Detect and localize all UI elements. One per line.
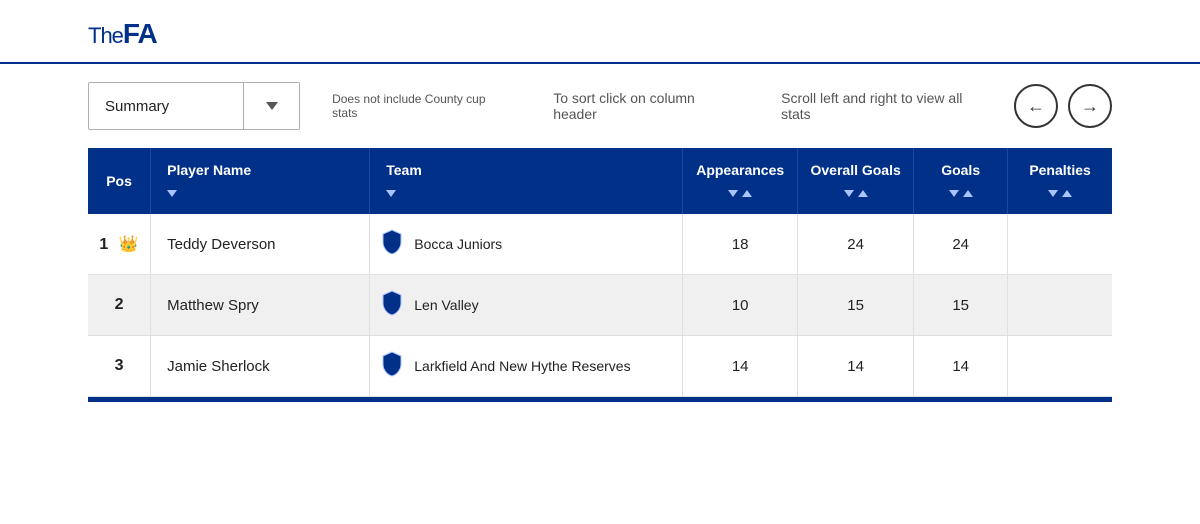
fa-logo: TheFA <box>88 18 1112 50</box>
table-row: 3 Jamie Sherlock Larkfield And New Hythe … <box>88 336 1112 397</box>
stats-table: Pos Player Name Team <box>88 148 1112 397</box>
team-shield-icon <box>380 350 404 382</box>
crown-icon: 👑 <box>119 236 139 253</box>
overall-goals-cell: 15 <box>798 275 914 336</box>
table-header-row: Pos Player Name Team <box>88 148 1112 214</box>
goals-cell: 14 <box>914 336 1008 397</box>
appearances-cell: 18 <box>683 214 798 275</box>
chevron-down-icon <box>266 102 278 110</box>
sort-down-icon[interactable] <box>949 190 959 197</box>
penalties-cell <box>1008 214 1112 275</box>
team-cell: Len Valley <box>370 275 683 336</box>
sort-up-icon[interactable] <box>963 190 973 197</box>
player-name-cell: Jamie Sherlock <box>151 336 370 397</box>
table-row: 1 👑Teddy Deverson Bocca Juniors 182424 <box>88 214 1112 275</box>
goals-cell: 15 <box>914 275 1008 336</box>
pos-number: 3 <box>115 357 124 374</box>
team-sort[interactable] <box>386 190 396 197</box>
controls-row: Summary Does not include County cup stat… <box>0 64 1200 130</box>
overall-goals-cell: 24 <box>798 214 914 275</box>
pos-cell: 1 👑 <box>88 214 151 275</box>
goals-cell: 24 <box>914 214 1008 275</box>
pos-cell: 2 <box>88 275 151 336</box>
player-name-cell: Matthew Spry <box>151 275 370 336</box>
player-name-cell: Teddy Deverson <box>151 214 370 275</box>
player-name: Matthew Spry <box>167 297 259 314</box>
team-shield-icon <box>380 228 404 260</box>
sort-down-icon[interactable] <box>1048 190 1058 197</box>
player-name: Teddy Deverson <box>167 236 275 253</box>
penalties-cell <box>1008 336 1112 397</box>
goals-sort[interactable] <box>949 190 973 197</box>
header: TheFA <box>0 0 1200 64</box>
sort-down-icon[interactable] <box>844 190 854 197</box>
sort-hint: To sort click on column header <box>553 90 737 122</box>
next-button[interactable]: → <box>1068 84 1112 128</box>
col-appearances[interactable]: Appearances <box>683 148 798 214</box>
table-body: 1 👑Teddy Deverson Bocca Juniors 1824242M… <box>88 214 1112 397</box>
dropdown-arrow-box[interactable] <box>243 83 299 129</box>
penalties-sort[interactable] <box>1048 190 1072 197</box>
appearances-sort[interactable] <box>728 190 752 197</box>
appearances-cell: 10 <box>683 275 798 336</box>
sort-down-icon[interactable] <box>386 190 396 197</box>
sort-up-icon[interactable] <box>858 190 868 197</box>
summary-dropdown[interactable]: Summary <box>88 82 300 130</box>
sort-down-icon[interactable] <box>728 190 738 197</box>
table-row: 2Matthew Spry Len Valley 101515 <box>88 275 1112 336</box>
pos-number: 1 <box>99 236 108 253</box>
team-cell: Bocca Juniors <box>370 214 683 275</box>
appearances-cell: 14 <box>683 336 798 397</box>
scroll-hint: Scroll left and right to view all stats <box>781 90 990 122</box>
logo-the: The <box>88 23 123 48</box>
penalties-cell <box>1008 275 1112 336</box>
sort-down-icon[interactable] <box>167 190 177 197</box>
dropdown-label: Summary <box>89 98 243 115</box>
col-team[interactable]: Team <box>370 148 683 214</box>
team-name: Larkfield And New Hythe Reserves <box>414 358 630 374</box>
col-goals[interactable]: Goals <box>914 148 1008 214</box>
col-overall-goals[interactable]: Overall Goals <box>798 148 914 214</box>
nav-buttons: ← → <box>1014 84 1112 128</box>
logo-fa: FA <box>123 18 157 49</box>
player-name-sort[interactable] <box>167 190 177 197</box>
pos-number: 2 <box>115 296 124 313</box>
pos-cell: 3 <box>88 336 151 397</box>
sort-up-icon[interactable] <box>1062 190 1072 197</box>
bottom-bar <box>88 397 1112 402</box>
overall-goals-cell: 14 <box>798 336 914 397</box>
team-name: Bocca Juniors <box>414 236 502 252</box>
stats-table-container: Pos Player Name Team <box>88 148 1112 397</box>
sort-up-icon[interactable] <box>742 190 752 197</box>
team-name: Len Valley <box>414 297 478 313</box>
player-name: Jamie Sherlock <box>167 358 270 375</box>
team-cell: Larkfield And New Hythe Reserves <box>370 336 683 397</box>
team-shield-icon <box>380 289 404 321</box>
overall-goals-sort[interactable] <box>844 190 868 197</box>
county-cup-hint: Does not include County cup stats <box>332 92 509 120</box>
col-penalties[interactable]: Penalties <box>1008 148 1112 214</box>
col-pos[interactable]: Pos <box>88 148 151 214</box>
col-player-name[interactable]: Player Name <box>151 148 370 214</box>
prev-button[interactable]: ← <box>1014 84 1058 128</box>
